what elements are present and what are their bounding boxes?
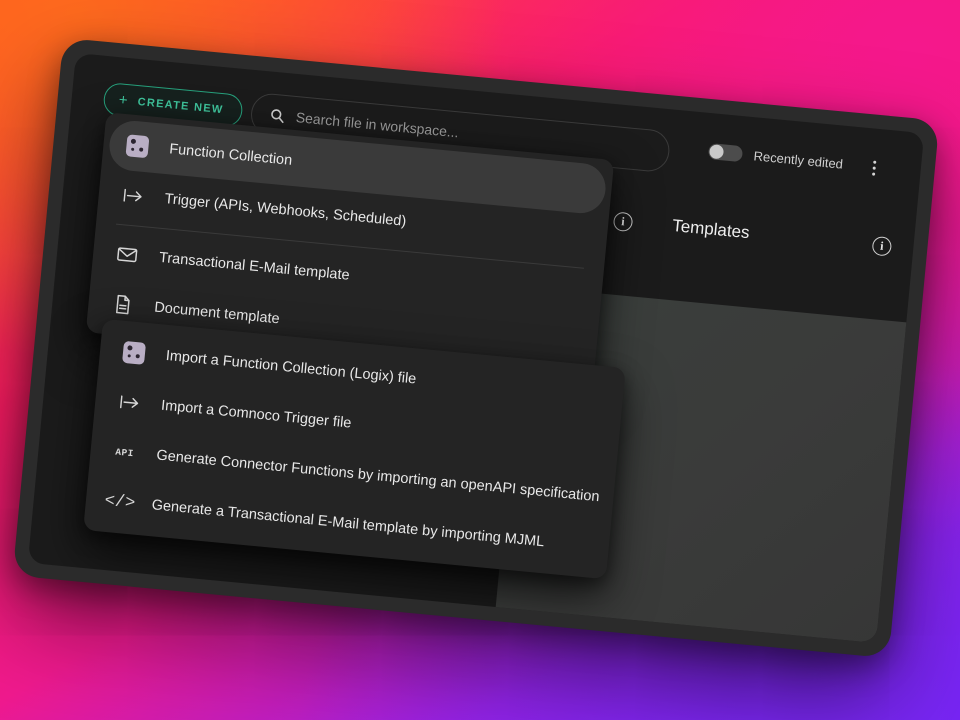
templates-title: Templates xyxy=(671,216,750,243)
section-header-templates: Templates i xyxy=(671,216,892,257)
menu-item-label: Document template xyxy=(154,300,281,328)
toggle-knob xyxy=(709,144,724,159)
info-icon[interactable]: i xyxy=(872,235,893,256)
menu-item-label: Transactional E-Mail template xyxy=(158,250,350,284)
recently-edited-toggle[interactable]: Recently edited xyxy=(708,143,844,172)
menu-item-label: Function Collection xyxy=(169,141,293,169)
info-icon[interactable]: i xyxy=(613,211,634,232)
trigger-icon xyxy=(116,390,142,416)
function-collection-icon xyxy=(124,133,150,159)
code-icon: </> xyxy=(107,489,133,515)
api-icon: API xyxy=(112,439,138,465)
screenshot-stage: + CREATE NEW Search file in workspace... xyxy=(0,0,960,720)
more-options-button[interactable] xyxy=(862,154,886,182)
plus-icon: + xyxy=(118,92,129,108)
function-collection-icon xyxy=(121,340,147,366)
mail-icon xyxy=(114,242,140,268)
toggle-label: Recently edited xyxy=(753,148,844,171)
menu-item-label: Trigger (APIs, Webhooks, Scheduled) xyxy=(164,191,407,230)
kebab-dot xyxy=(872,166,875,169)
trigger-icon xyxy=(120,183,146,209)
create-new-label: CREATE NEW xyxy=(137,96,224,116)
menu-item-label: Import a Function Collection (Logix) fil… xyxy=(165,348,417,388)
window-content: + CREATE NEW Search file in workspace... xyxy=(28,53,924,643)
app-window: + CREATE NEW Search file in workspace... xyxy=(13,38,940,658)
search-icon xyxy=(269,107,285,123)
kebab-dot xyxy=(873,160,876,163)
menu-item-label: Import a Comnoco Trigger file xyxy=(160,398,352,432)
document-icon xyxy=(109,291,135,317)
toggle-track xyxy=(708,143,743,162)
window-frame: + CREATE NEW Search file in workspace... xyxy=(13,38,940,658)
kebab-dot xyxy=(872,172,875,175)
